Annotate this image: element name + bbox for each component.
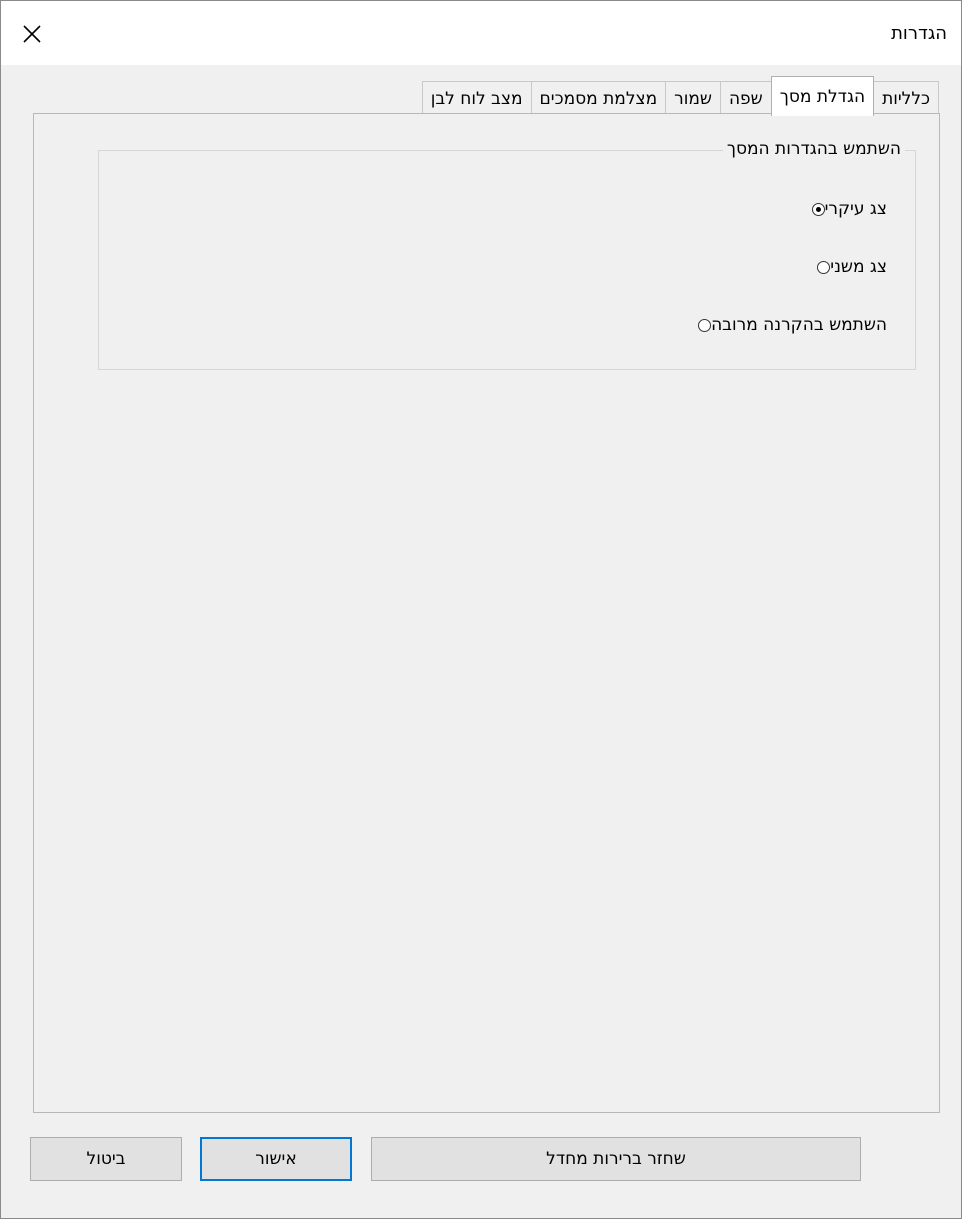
display-settings-group: השתמש בהגדרות המסך צג עיקרי צג משני השתמ… [98, 139, 916, 370]
radio-primary-display[interactable]: צג עיקרי [806, 199, 887, 219]
tab-panel: השתמש בהגדרות המסך צג עיקרי צג משני השתמ… [33, 113, 940, 1113]
ok-button[interactable]: אישור [200, 1137, 352, 1181]
tab-general[interactable]: כלליות [873, 81, 939, 115]
radio-button[interactable] [698, 318, 712, 332]
radio-button[interactable] [817, 260, 831, 274]
radio-button-checked[interactable] [811, 202, 825, 216]
tab-language[interactable]: שפה [719, 81, 772, 115]
window-title: הגדרות [891, 23, 947, 44]
radio-multi-projection[interactable]: השתמש בהקרנה מרובה [692, 315, 887, 335]
tab-save[interactable]: שמור [665, 81, 721, 115]
settings-dialog: הגדרות כלליות הגדלת מסך שפה שמור מצלמת מ… [0, 0, 962, 1219]
radio-label: צג עיקרי [824, 199, 887, 219]
title-bar: הגדרות [1, 1, 961, 65]
tab-whiteboard-mode[interactable]: מצב לוח לבן [421, 81, 532, 115]
radio-secondary-display[interactable]: צג משני [811, 257, 887, 277]
close-button[interactable] [15, 17, 49, 51]
tab-strip: כלליות הגדלת מסך שפה שמור מצלמת מסמכים מ… [421, 75, 939, 116]
radio-label: צג משני [830, 257, 887, 277]
cancel-button[interactable]: ביטול [30, 1137, 182, 1181]
group-legend: השתמש בהגדרות המסך [722, 139, 905, 159]
tab-screen-magnification[interactable]: הגדלת מסך [770, 76, 875, 116]
restore-defaults-button[interactable]: שחזר ברירות מחדל [371, 1137, 861, 1181]
close-icon [23, 25, 41, 43]
tab-document-camera[interactable]: מצלמת מסמכים [530, 81, 667, 115]
radio-label: השתמש בהקרנה מרובה [711, 315, 887, 335]
